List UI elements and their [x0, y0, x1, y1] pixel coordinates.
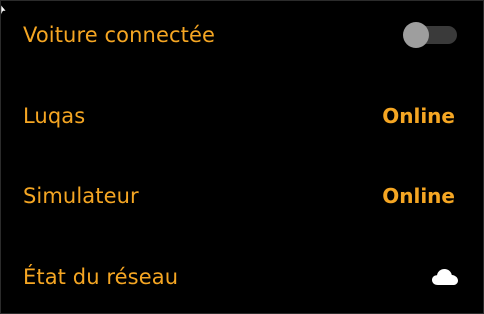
toggle-knob [403, 22, 429, 48]
cloud-icon [432, 269, 458, 285]
simulator-label: Simulateur [23, 184, 139, 208]
connected-car-label: Voiture connectée [23, 23, 215, 47]
network-state-row: État du réseau [23, 257, 458, 297]
connected-car-toggle[interactable] [403, 22, 457, 48]
mouse-cursor-icon [1, 5, 7, 15]
luqas-label: Luqas [23, 104, 86, 128]
simulator-row: Simulateur Online [23, 176, 457, 216]
connected-car-row: Voiture connectée [23, 15, 457, 55]
network-state-label: État du réseau [23, 265, 179, 289]
status-panel: Voiture connectée Luqas Online Simulateu… [0, 0, 484, 314]
luqas-row: Luqas Online [23, 96, 457, 136]
luqas-status: Online [382, 104, 455, 128]
simulator-status: Online [382, 184, 455, 208]
